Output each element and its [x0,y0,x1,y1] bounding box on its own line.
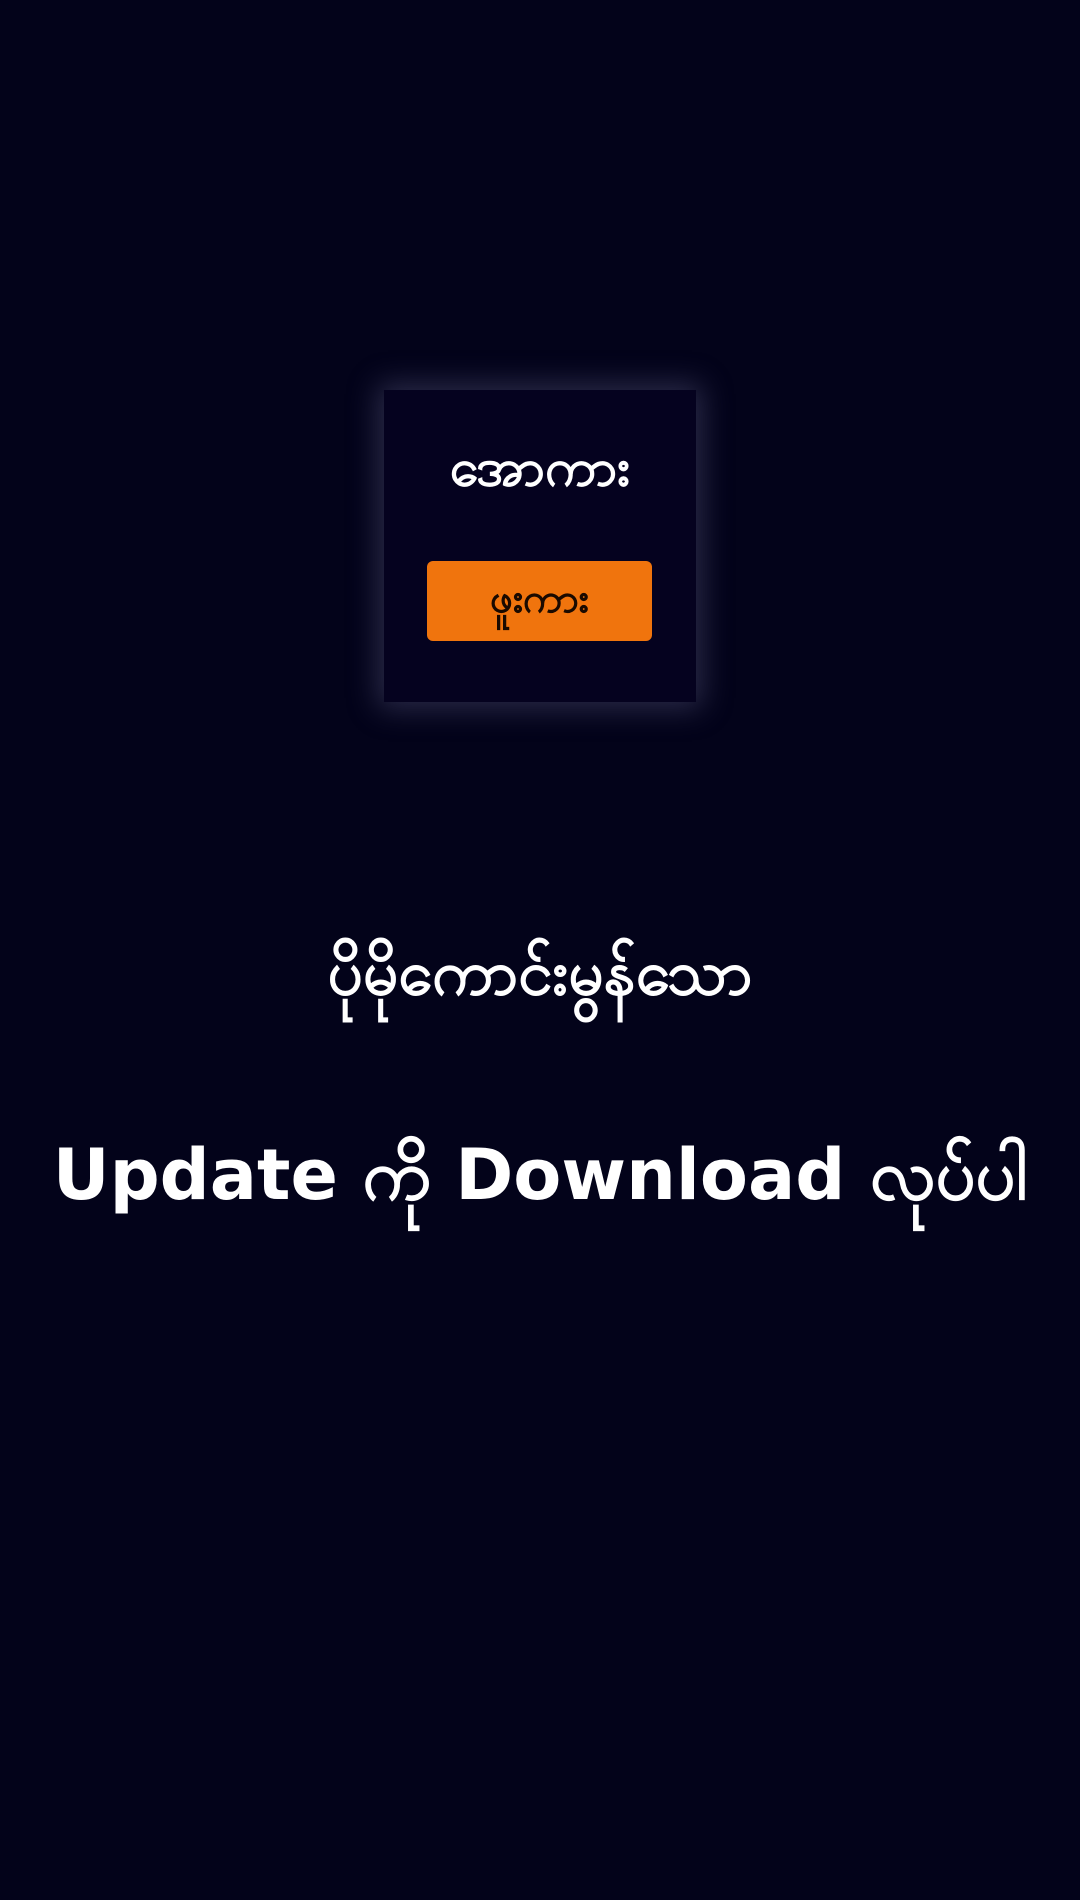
logo-title: အောကား [449,438,631,498]
update-headline: ပိုမိုကောင်းမွန်သော [327,936,753,1009]
app-logo: အောကား ဖူးကား [384,390,696,702]
logo-badge-text: ဖူးကား [490,576,589,622]
update-screen: အောကား ဖူးကား ပိုမိုကောင်းမွန်သော Update… [0,0,1080,1900]
logo-badge: ဖူးကား [427,561,652,641]
update-instruction: Update ကို Download လုပ်ပါ [52,1134,1028,1216]
